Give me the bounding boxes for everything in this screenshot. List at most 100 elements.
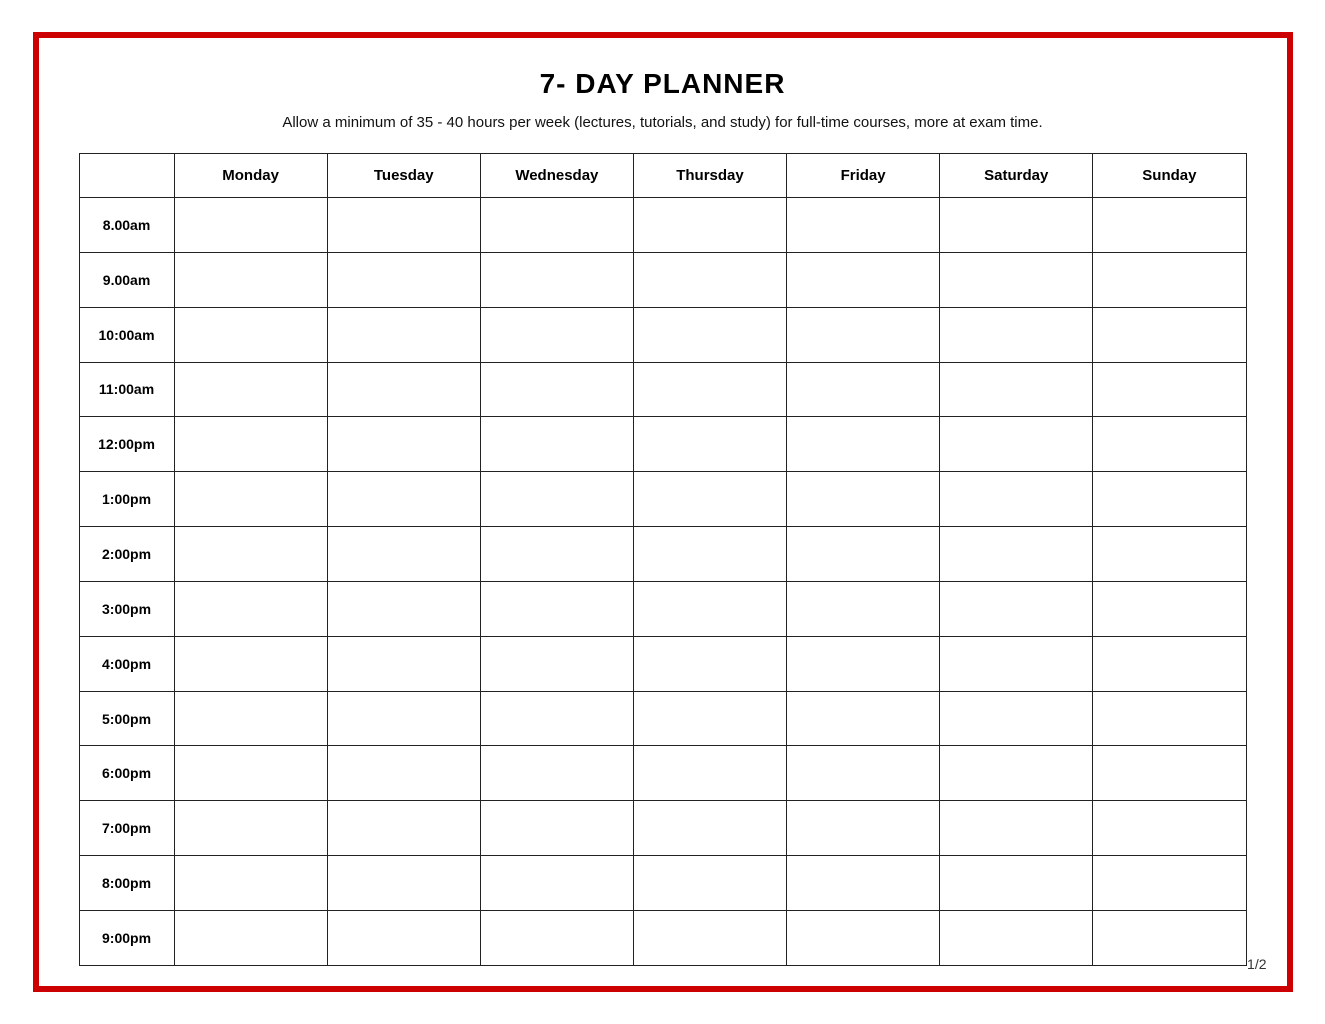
day-cell[interactable]	[940, 636, 1093, 691]
day-cell[interactable]	[327, 581, 480, 636]
day-cell[interactable]	[174, 362, 327, 417]
day-cell[interactable]	[327, 472, 480, 527]
day-cell[interactable]	[480, 307, 633, 362]
day-cell[interactable]	[940, 472, 1093, 527]
day-cell[interactable]	[633, 252, 786, 307]
day-cell[interactable]	[940, 362, 1093, 417]
day-cell[interactable]	[787, 307, 940, 362]
day-cell[interactable]	[633, 691, 786, 746]
day-cell[interactable]	[327, 362, 480, 417]
day-cell[interactable]	[633, 910, 786, 965]
day-cell[interactable]	[787, 417, 940, 472]
day-cell[interactable]	[787, 527, 940, 582]
day-cell[interactable]	[940, 801, 1093, 856]
day-cell[interactable]	[633, 198, 786, 253]
day-cell[interactable]	[787, 910, 940, 965]
day-cell[interactable]	[940, 307, 1093, 362]
day-cell[interactable]	[787, 252, 940, 307]
day-cell[interactable]	[327, 252, 480, 307]
day-cell[interactable]	[1093, 198, 1246, 253]
day-cell[interactable]	[480, 198, 633, 253]
day-cell[interactable]	[787, 801, 940, 856]
day-cell[interactable]	[1093, 581, 1246, 636]
day-cell[interactable]	[327, 417, 480, 472]
day-cell[interactable]	[633, 636, 786, 691]
day-cell[interactable]	[327, 636, 480, 691]
day-cell[interactable]	[940, 691, 1093, 746]
day-cell[interactable]	[1093, 472, 1246, 527]
day-cell[interactable]	[480, 856, 633, 911]
day-cell[interactable]	[787, 198, 940, 253]
day-cell[interactable]	[1093, 691, 1246, 746]
day-cell[interactable]	[1093, 362, 1246, 417]
day-cell[interactable]	[480, 910, 633, 965]
day-cell[interactable]	[174, 417, 327, 472]
day-cell[interactable]	[1093, 636, 1246, 691]
day-cell[interactable]	[1093, 801, 1246, 856]
day-cell[interactable]	[633, 581, 786, 636]
day-cell[interactable]	[174, 198, 327, 253]
day-cell[interactable]	[787, 362, 940, 417]
day-cell[interactable]	[174, 856, 327, 911]
day-cell[interactable]	[940, 910, 1093, 965]
day-cell[interactable]	[174, 307, 327, 362]
day-cell[interactable]	[633, 856, 786, 911]
day-cell[interactable]	[633, 746, 786, 801]
day-cell[interactable]	[633, 307, 786, 362]
day-cell[interactable]	[787, 636, 940, 691]
day-cell[interactable]	[327, 307, 480, 362]
day-cell[interactable]	[480, 252, 633, 307]
day-cell[interactable]	[787, 856, 940, 911]
day-cell[interactable]	[327, 198, 480, 253]
day-cell[interactable]	[174, 746, 327, 801]
day-cell[interactable]	[633, 801, 786, 856]
day-cell[interactable]	[633, 362, 786, 417]
day-cell[interactable]	[1093, 417, 1246, 472]
day-cell[interactable]	[633, 417, 786, 472]
day-cell[interactable]	[1093, 307, 1246, 362]
day-cell[interactable]	[940, 527, 1093, 582]
day-cell[interactable]	[327, 527, 480, 582]
day-cell[interactable]	[480, 746, 633, 801]
day-cell[interactable]	[633, 472, 786, 527]
day-cell[interactable]	[480, 527, 633, 582]
day-cell[interactable]	[174, 691, 327, 746]
day-cell[interactable]	[480, 472, 633, 527]
day-cell[interactable]	[940, 417, 1093, 472]
day-cell[interactable]	[480, 801, 633, 856]
day-cell[interactable]	[633, 527, 786, 582]
day-cell[interactable]	[327, 801, 480, 856]
day-cell[interactable]	[787, 746, 940, 801]
day-cell[interactable]	[1093, 910, 1246, 965]
day-cell[interactable]	[940, 252, 1093, 307]
day-cell[interactable]	[1093, 527, 1246, 582]
day-cell[interactable]	[174, 581, 327, 636]
day-cell[interactable]	[787, 581, 940, 636]
day-cell[interactable]	[940, 198, 1093, 253]
day-cell[interactable]	[787, 472, 940, 527]
table-row: 8:00pm	[79, 856, 1246, 911]
day-cell[interactable]	[174, 527, 327, 582]
day-cell[interactable]	[1093, 252, 1246, 307]
day-cell[interactable]	[480, 691, 633, 746]
day-cell[interactable]	[787, 691, 940, 746]
day-cell[interactable]	[1093, 746, 1246, 801]
day-cell[interactable]	[327, 910, 480, 965]
day-cell[interactable]	[480, 417, 633, 472]
day-cell[interactable]	[174, 472, 327, 527]
day-cell[interactable]	[327, 691, 480, 746]
day-cell[interactable]	[174, 910, 327, 965]
day-cell[interactable]	[174, 252, 327, 307]
day-cell[interactable]	[940, 746, 1093, 801]
day-cell[interactable]	[174, 801, 327, 856]
day-cell[interactable]	[480, 362, 633, 417]
header-tuesday: Tuesday	[327, 154, 480, 198]
day-cell[interactable]	[480, 636, 633, 691]
day-cell[interactable]	[1093, 856, 1246, 911]
day-cell[interactable]	[480, 581, 633, 636]
day-cell[interactable]	[940, 856, 1093, 911]
day-cell[interactable]	[174, 636, 327, 691]
day-cell[interactable]	[327, 746, 480, 801]
day-cell[interactable]	[940, 581, 1093, 636]
day-cell[interactable]	[327, 856, 480, 911]
